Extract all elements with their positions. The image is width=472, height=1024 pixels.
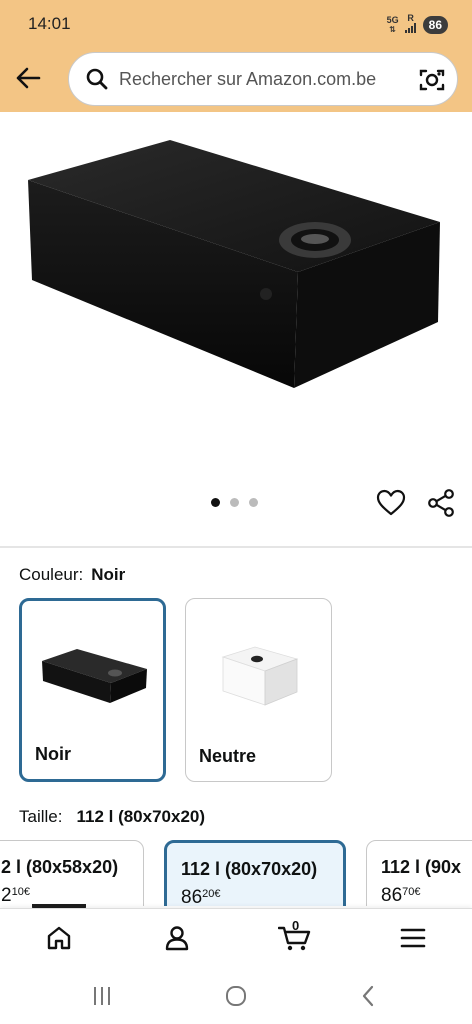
app-header [0, 48, 472, 112]
hamburger-menu-icon [400, 928, 426, 948]
search-bar[interactable] [68, 52, 458, 106]
recent-apps-icon [94, 987, 110, 1005]
color-option-noir[interactable]: Noir [19, 598, 166, 782]
size-option-price: 8620€ [181, 887, 221, 906]
system-back-button[interactable] [354, 982, 382, 1010]
size-option-label: 2 l (80x58x20) [1, 857, 119, 877]
status-bar: 14:01 5G ⇅ R 86 [0, 0, 472, 48]
size-option-price: 8670€ [381, 885, 421, 906]
nav-home[interactable] [42, 921, 76, 955]
status-time: 14:01 [28, 14, 71, 33]
home-circle-icon [226, 986, 246, 1006]
color-option-label: Noir [35, 744, 71, 764]
chevron-left-icon [362, 985, 374, 1007]
share-icon[interactable] [426, 488, 456, 518]
back-button[interactable] [10, 60, 46, 96]
size-option-label: 112 l (90x [381, 857, 462, 877]
swatch-image [221, 646, 299, 706]
size-option-price: 210€ [1, 885, 30, 906]
swatch-image [42, 649, 147, 703]
size-option[interactable]: 2 l (80x58x20) 210€ [0, 840, 144, 906]
heart-icon[interactable] [376, 488, 406, 518]
size-label: Taille: 112 l (80x70x20) [19, 807, 206, 826]
system-nav-bar [0, 966, 472, 1024]
user-icon [165, 926, 189, 951]
camera-search-icon[interactable] [417, 65, 447, 95]
pagination-dot[interactable] [249, 498, 258, 507]
pagination-dot[interactable] [211, 498, 220, 507]
size-option[interactable]: 112 l (90x 8670€ [366, 840, 472, 906]
color-option-label: Neutre [199, 746, 257, 766]
battery-badge: 86 [422, 15, 448, 34]
product-image[interactable] [10, 122, 462, 402]
size-options-row[interactable]: 2 l (80x58x20) 210€ 112 l (80x70x20) 862… [0, 840, 472, 906]
arrow-left-icon [16, 67, 41, 89]
recent-apps-button[interactable] [88, 982, 116, 1010]
size-option-selected[interactable]: 112 l (80x70x20) 8620€ [164, 840, 346, 906]
home-button[interactable] [222, 982, 250, 1010]
color-label: Couleur: Noir [19, 565, 126, 584]
search-input[interactable] [119, 68, 409, 90]
section-divider [0, 546, 472, 548]
nav-cart[interactable]: 0 [278, 918, 312, 955]
status-indicators: 5G ⇅ R 86 [387, 14, 448, 35]
network-icon: 5G ⇅ [386, 14, 399, 34]
nav-menu[interactable] [396, 921, 430, 955]
color-option-neutre[interactable]: Neutre [185, 598, 332, 782]
selected-color: Noir [91, 565, 126, 584]
selected-size: 112 l (80x70x20) [76, 807, 206, 826]
bottom-nav: 0 [0, 908, 472, 966]
image-pagination[interactable] [211, 498, 258, 507]
home-icon [47, 926, 71, 950]
pagination-dot[interactable] [230, 498, 239, 507]
signal-icon: R [404, 14, 417, 35]
nav-account[interactable] [160, 921, 194, 955]
size-option-label: 112 l (80x70x20) [181, 859, 318, 879]
cart-count-badge: 0 [292, 918, 300, 933]
search-icon [86, 68, 108, 90]
